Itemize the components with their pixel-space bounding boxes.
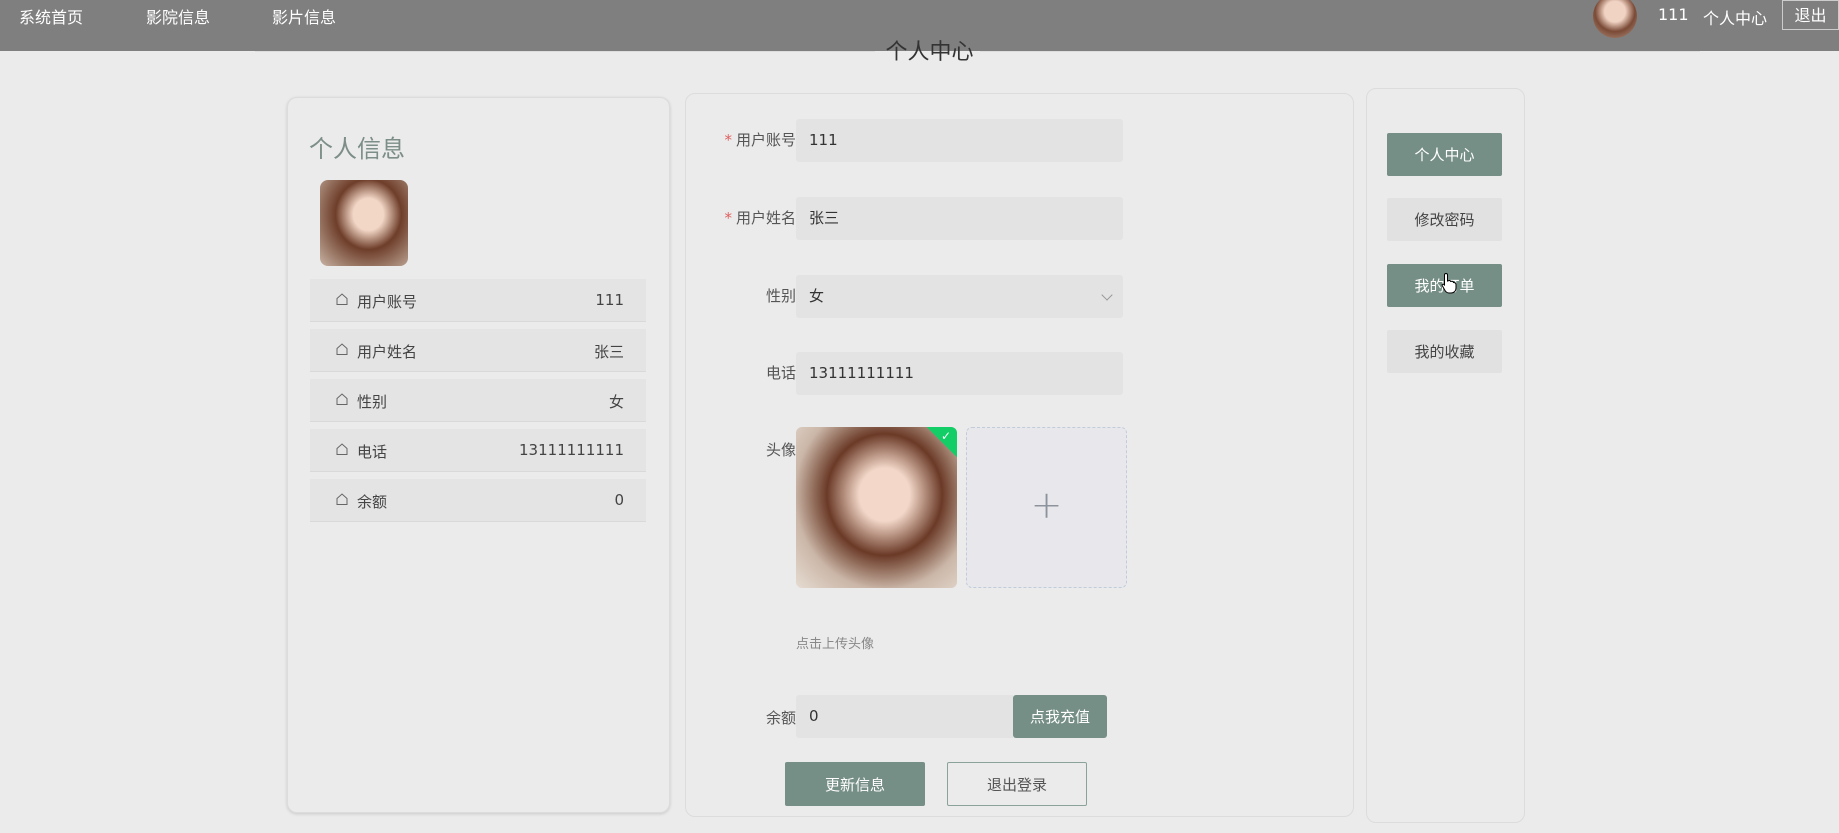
info-row-account: 用户账号 111: [310, 279, 646, 322]
info-label: 性别: [357, 393, 388, 411]
phone-input[interactable]: 13111111111: [796, 352, 1123, 395]
info-label: 余额: [357, 493, 388, 511]
menu-my-favorites[interactable]: 我的收藏: [1387, 330, 1502, 373]
balance-label: 余额: [765, 709, 796, 727]
info-value: 0: [614, 491, 624, 509]
name-label: * 用户姓名: [724, 209, 796, 227]
profile-avatar: [320, 180, 408, 266]
info-label: 用户姓名: [357, 343, 418, 361]
plus-icon: +: [1030, 483, 1063, 527]
info-value: 女: [608, 393, 624, 411]
info-value: 13111111111: [519, 441, 624, 459]
account-input[interactable]: 111: [796, 119, 1123, 162]
recharge-button[interactable]: 点我充值: [1013, 695, 1107, 738]
phone-label: 电话: [765, 364, 796, 382]
update-info-button[interactable]: 更新信息: [785, 762, 925, 806]
upload-tip: 点击上传头像: [796, 637, 875, 652]
info-row-balance: 余额 0: [310, 479, 646, 522]
gender-select[interactable]: 女: [796, 275, 1123, 318]
menu-change-password[interactable]: 修改密码: [1387, 198, 1502, 241]
account-label: * 用户账号: [724, 131, 796, 149]
chevron-down-icon: [1101, 289, 1113, 301]
required-mark: *: [724, 131, 732, 149]
menu-personal-center[interactable]: 个人中心: [1387, 133, 1502, 176]
profile-card: 个人信息 用户账号 111 用户姓名 张三 性别 女 电话 1311111111…: [287, 97, 670, 813]
avatar-upload-button[interactable]: +: [966, 427, 1127, 588]
home-icon: [336, 393, 348, 405]
info-label: 电话: [357, 443, 388, 461]
uploaded-avatar-image[interactable]: ✓: [796, 427, 957, 588]
profile-form: * 用户账号 111 * 用户姓名 张三 性别 女 电话 13111111111 头…: [685, 93, 1354, 817]
hand-cursor-icon: [1441, 272, 1457, 294]
nav-home[interactable]: 系统首页: [19, 4, 83, 28]
info-value: 111: [595, 291, 624, 309]
balance-input[interactable]: 0: [796, 695, 1013, 738]
home-icon: [336, 493, 348, 505]
info-row-phone: 电话 13111111111: [310, 429, 646, 472]
info-row-name: 用户姓名 张三: [310, 329, 646, 372]
check-icon: ✓: [940, 429, 951, 443]
nav-username: 111: [1658, 5, 1689, 24]
avatar[interactable]: [1593, 0, 1637, 38]
nav-personal-center[interactable]: 个人中心: [1703, 5, 1767, 29]
info-value: 张三: [593, 343, 624, 361]
required-mark: *: [724, 209, 732, 227]
home-icon: [336, 443, 348, 455]
profile-title: 个人信息: [309, 135, 405, 163]
home-icon: [336, 343, 348, 355]
avatar-label: 头像: [765, 441, 796, 459]
nav-movie-info[interactable]: 影片信息: [272, 4, 336, 28]
side-menu: 个人中心 修改密码 我的订单 我的收藏: [1366, 88, 1525, 823]
info-label: 用户账号: [357, 293, 418, 311]
info-row-gender: 性别 女: [310, 379, 646, 422]
home-icon: [336, 293, 348, 305]
gender-selected-value: 女: [809, 287, 825, 305]
logout-button[interactable]: 退出登录: [947, 762, 1087, 806]
nav-cinema-info[interactable]: 影院信息: [146, 4, 210, 28]
gender-label: 性别: [765, 287, 796, 305]
page-title: 个人中心: [885, 40, 974, 65]
name-input[interactable]: 张三: [796, 197, 1123, 240]
nav-logout-button[interactable]: 退出: [1782, 0, 1839, 30]
